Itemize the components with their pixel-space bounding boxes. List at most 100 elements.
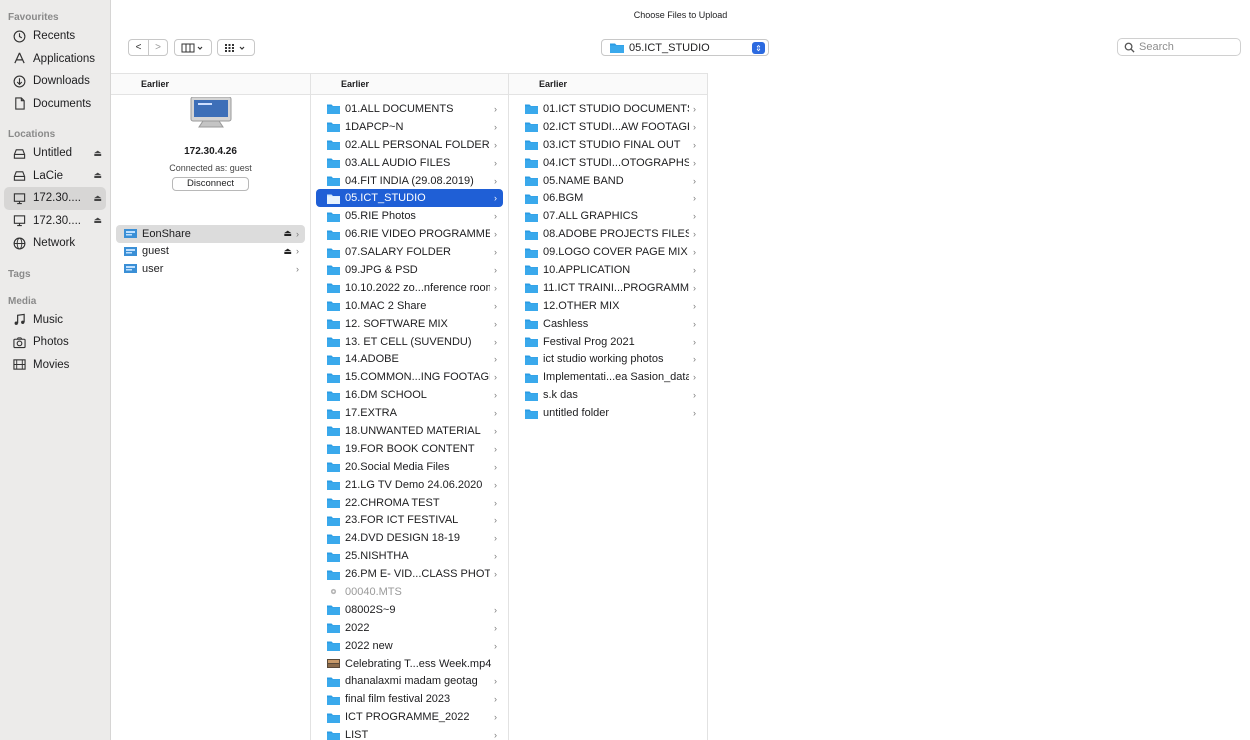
list-item[interactable]: 14.ADOBE › <box>316 350 503 368</box>
list-item[interactable]: Cashless › <box>514 315 702 333</box>
list-item[interactable]: 00040.MTS <box>316 583 503 601</box>
list-item[interactable]: 01.ICT STUDIO DOCUMENTS › <box>514 100 702 118</box>
sidebar-item-location[interactable]: Network <box>4 232 106 255</box>
eject-icon[interactable]: ⏏ <box>283 246 292 257</box>
list-item[interactable]: 03.ALL AUDIO FILES › <box>316 154 503 172</box>
disconnect-button[interactable]: Disconnect <box>172 177 249 191</box>
chevron-right-icon: › <box>494 175 497 186</box>
sidebar-item-downloads[interactable]: Downloads <box>4 70 106 93</box>
list-item[interactable]: 17.EXTRA › <box>316 404 503 422</box>
list-item[interactable]: 13. ET CELL (SUVENDU) › <box>316 333 503 351</box>
list-item[interactable]: 08002S~9 › <box>316 601 503 619</box>
list-item[interactable]: guest ⏏ › <box>116 243 305 261</box>
list-item[interactable]: 03.ICT STUDIO FINAL OUT › <box>514 136 702 154</box>
list-item[interactable]: 23.FOR ICT FESTIVAL › <box>316 511 503 529</box>
list-item[interactable]: 11.ICT TRAINI...PROGRAMME › <box>514 279 702 297</box>
sidebar-item-location[interactable]: 172.30.... ⏏ <box>4 210 106 233</box>
list-item[interactable]: 18.UNWANTED MATERIAL › <box>316 422 503 440</box>
list-item[interactable]: untitled folder › <box>514 404 702 422</box>
sidebar-item-label: 172.30.... <box>33 192 81 205</box>
list-item[interactable]: 12. SOFTWARE MIX › <box>316 315 503 333</box>
back-button[interactable]: < <box>128 39 148 56</box>
eject-icon[interactable]: ⏏ <box>93 193 102 204</box>
list-item[interactable]: 25.NISHTHA › <box>316 547 503 565</box>
list-item[interactable]: 01.ALL DOCUMENTS › <box>316 100 503 118</box>
list-item[interactable]: 06.RIE VIDEO PROGRAMME › <box>316 225 503 243</box>
list-item[interactable]: Festival Prog 2021 › <box>514 333 702 351</box>
sidebar-item-music[interactable]: Music <box>4 309 106 332</box>
list-item[interactable]: 24.DVD DESIGN 18-19 › <box>316 529 503 547</box>
list-item[interactable]: 04.ICT STUDI...OTOGRAPHS › <box>514 154 702 172</box>
list-item[interactable]: 08.ADOBE PROJECTS FILES › <box>514 225 702 243</box>
list-item[interactable]: 2022 new › <box>316 637 503 655</box>
sidebar-item-location[interactable]: Untitled ⏏ <box>4 142 106 165</box>
list-item[interactable]: 05.ICT_STUDIO › <box>316 189 503 208</box>
list-item[interactable]: ICT PROGRAMME_2022 › <box>316 708 503 726</box>
arrange-button[interactable] <box>217 39 255 56</box>
list-item[interactable]: 10.APPLICATION › <box>514 261 702 279</box>
list-item[interactable]: LIST › <box>316 726 503 740</box>
list-item[interactable]: 10.10.2022 zo...nference room › <box>316 279 503 297</box>
chevron-right-icon: › <box>494 425 497 436</box>
list-item[interactable]: final film festival 2023 › <box>316 690 503 708</box>
sidebar-item-photos[interactable]: Photos <box>4 331 106 354</box>
chevron-right-icon: › <box>693 264 696 275</box>
list-item[interactable]: dhanalaxmi madam geotag › <box>316 673 503 691</box>
forward-button[interactable]: > <box>148 39 168 56</box>
list-item[interactable]: 26.PM E- VID...CLASS PHOTO › <box>316 565 503 583</box>
sidebar-item-label: Downloads <box>33 75 90 88</box>
list-item[interactable]: Celebrating T...ess Week.mp4 <box>316 655 503 673</box>
list-item[interactable]: 02.ALL PERSONAL FOLDER › <box>316 136 503 154</box>
eject-icon[interactable]: ⏏ <box>93 148 102 159</box>
sidebar: Favourites Recents Applications Downloads D… <box>0 0 111 740</box>
list-item[interactable]: 02.ICT STUDI...AW FOOTAGE › <box>514 118 702 136</box>
file-chooser-window: Favourites Recents Applications Downloads D… <box>0 0 1250 740</box>
list-item[interactable]: 07.ALL GRAPHICS › <box>514 207 702 225</box>
eject-icon[interactable]: ⏏ <box>93 215 102 226</box>
network-share-icon <box>124 264 137 274</box>
sidebar-item-recents[interactable]: Recents <box>4 25 106 48</box>
list-item[interactable]: 2022 › <box>316 619 503 637</box>
list-item[interactable]: s.k das › <box>514 386 702 404</box>
list-item[interactable]: EonShare ⏏ › <box>116 225 305 243</box>
chevron-right-icon: › <box>693 193 696 204</box>
list-item[interactable]: 05.RIE Photos › <box>316 207 503 225</box>
sidebar-item-label: Documents <box>33 97 92 110</box>
chevron-right-icon: › <box>693 157 696 168</box>
list-item[interactable]: user › <box>116 260 305 278</box>
sidebar-item-location[interactable]: LaCie ⏏ <box>4 165 106 188</box>
search-placeholder: Search <box>1139 41 1174 53</box>
list-item[interactable]: 06.BGM › <box>514 189 702 207</box>
list-item[interactable]: 09.JPG & PSD › <box>316 261 503 279</box>
search-field[interactable]: Search <box>1117 38 1241 56</box>
list-item[interactable]: 1DAPCP~N › <box>316 118 503 136</box>
list-item[interactable]: 05.NAME BAND › <box>514 172 702 190</box>
eject-icon[interactable]: ⏏ <box>93 170 102 181</box>
list-item[interactable]: 10.MAC 2 Share › <box>316 297 503 315</box>
list-item[interactable]: 12.OTHER MIX › <box>514 297 702 315</box>
view-mode-button[interactable] <box>174 39 212 56</box>
list-item[interactable]: 20.Social Media Files › <box>316 458 503 476</box>
folder-icon <box>327 122 340 133</box>
sidebar-item-applications[interactable]: Applications <box>4 48 106 71</box>
eject-icon[interactable]: ⏏ <box>283 228 292 239</box>
list-item[interactable]: 21.LG TV Demo 24.06.2020 › <box>316 476 503 494</box>
server-preview: 172.30.4.26 Connected as: guest Disconne… <box>111 95 310 191</box>
list-item[interactable]: 04.FIT INDIA (29.08.2019) › <box>316 172 503 190</box>
item-name: 17.EXTRA <box>345 407 397 420</box>
camera-icon <box>12 335 27 349</box>
list-item[interactable]: 16.DM SCHOOL › <box>316 386 503 404</box>
sidebar-item-documents[interactable]: Documents <box>4 93 106 116</box>
list-item[interactable]: 09.LOGO COVER PAGE MIX › <box>514 243 702 261</box>
sidebar-item-location[interactable]: 172.30.... ⏏ <box>4 187 106 210</box>
sidebar-item-movies[interactable]: Movies <box>4 354 106 377</box>
list-item[interactable]: 07.SALARY FOLDER › <box>316 243 503 261</box>
item-name: ICT PROGRAMME_2022 <box>345 711 470 724</box>
list-item[interactable]: 15.COMMON...ING FOOTAGE › <box>316 368 503 386</box>
folder-icon <box>327 552 340 562</box>
path-popup[interactable]: 05.ICT_STUDIO ⇕ <box>601 39 769 56</box>
list-item[interactable]: 22.CHROMA TEST › <box>316 494 503 512</box>
list-item[interactable]: Implementati...ea Sasion_data › <box>514 368 702 386</box>
list-item[interactable]: 19.FOR BOOK CONTENT › <box>316 440 503 458</box>
list-item[interactable]: ict studio working photos › <box>514 350 702 368</box>
